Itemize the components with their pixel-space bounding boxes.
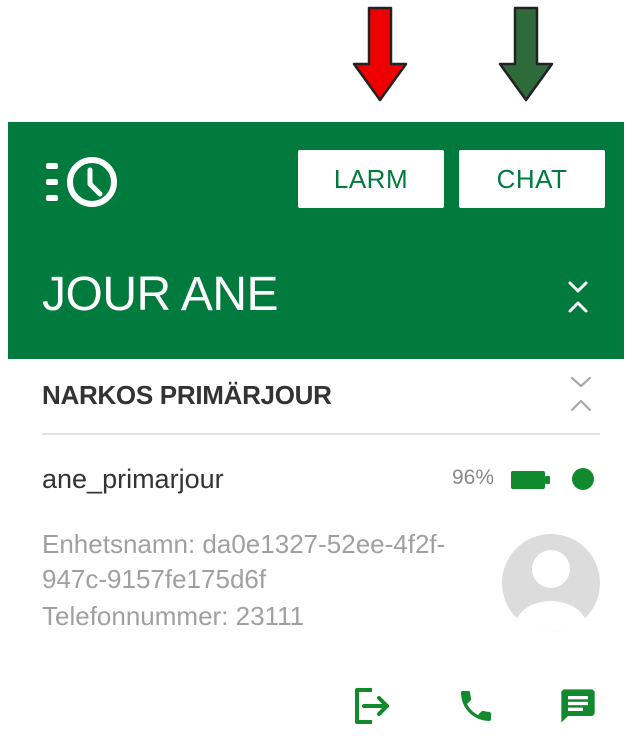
phone-number: Telefonnummer: 23111 [42, 601, 305, 631]
battery-icon [511, 471, 550, 489]
collapse-chevrons-icon[interactable] [566, 374, 596, 414]
green-arrow-annotation [498, 6, 554, 102]
username: ane_primarjour [42, 464, 224, 494]
chat-button[interactable]: CHAT [459, 150, 605, 208]
online-status-dot [572, 468, 594, 490]
person-avatar-icon [502, 534, 600, 632]
larm-button[interactable]: LARM [298, 150, 444, 208]
device-name-line2: 947c-9157fe175d6f [42, 564, 267, 594]
chat-message-icon[interactable] [558, 686, 598, 726]
section-title: NARKOS PRIMÄRJOUR [42, 380, 332, 410]
phone-icon[interactable] [456, 686, 496, 726]
list-clock-icon [46, 157, 117, 207]
battery-percent: 96% [452, 466, 495, 489]
section-divider [42, 433, 600, 435]
red-arrow-annotation [352, 6, 408, 102]
collapse-chevrons-icon[interactable] [564, 277, 592, 317]
device-name-line1: Enhetsnamn: da0e1327-52ee-4f2f- [42, 529, 446, 559]
header-panel: LARM CHAT JOUR ANE [8, 122, 624, 359]
page-title: JOUR ANE [42, 268, 279, 321]
logout-icon[interactable] [352, 686, 392, 726]
